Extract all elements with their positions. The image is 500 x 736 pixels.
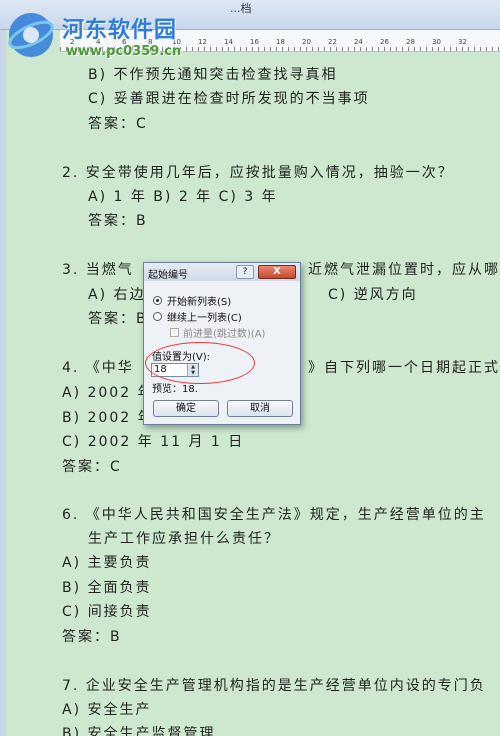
ruler-tick: 24 [354, 38, 363, 46]
doc-line: B) 不作预先通知突击检查找寻真相 [88, 67, 338, 83]
annotation-circle [145, 342, 255, 384]
option-advance-label: 前进量(跳过数)(A) [183, 329, 266, 340]
option-continue-label[interactable]: 继续上一列表(C) [167, 309, 242, 324]
doc-line: A) 安全生产 [62, 702, 152, 718]
doc-line: B) 全面负责 [62, 580, 152, 596]
doc-line: 3. 当燃气 [62, 262, 134, 278]
cancel-button[interactable]: 取消 [227, 400, 293, 417]
radio-continue-list[interactable] [153, 312, 162, 321]
close-button[interactable]: X [258, 265, 296, 279]
doc-line: C) 间接负责 [62, 604, 152, 620]
ruler-tick: 32 [458, 38, 467, 46]
ruler-tick: 18 [276, 38, 285, 46]
ruler-tick: 16 [250, 38, 259, 46]
site-watermark: 河东软件园 www.pc0359.cn [2, 6, 192, 64]
ruler-tick: 30 [432, 38, 441, 46]
doc-line: C) 逆风方向 [328, 287, 418, 303]
dialog-title: 起始编号 [148, 270, 188, 281]
ruler-tick: 20 [302, 38, 311, 46]
doc-line: 生产工作应承担什么责任？ [88, 531, 280, 547]
doc-line: C) 2002 年 11 月 1 日 [62, 434, 245, 450]
ok-button[interactable]: 确定 [153, 400, 219, 417]
doc-line: 答案：C [62, 459, 122, 475]
doc-line: 2. 安全带使用几年后，应按批量购入情况，抽验一次？ [62, 165, 454, 181]
doc-line: 》自下列哪一个日期起正式 [308, 360, 500, 376]
doc-line: 答案：C [88, 116, 148, 132]
ruler-tick: 12 [198, 38, 207, 46]
watermark-title: 河东软件园 [62, 17, 178, 43]
doc-line: A) 1 年 B) 2 年 C) 3 年 [88, 189, 278, 205]
doc-line: 4. 《中华 [62, 360, 134, 376]
ruler-tick: 28 [406, 38, 415, 46]
dialog-titlebar[interactable]: 起始编号 ? X [144, 263, 300, 281]
watermark-logo-icon [8, 13, 54, 57]
help-button[interactable]: ? [236, 265, 254, 279]
doc-line: A) 主要负责 [62, 555, 152, 571]
doc-line: 近燃气泄漏位置时，应从哪 [308, 262, 500, 278]
doc-line: 6. 《中华人民共和国安全生产法》规定，生产经营单位的主 [62, 507, 486, 523]
option-new-list-label[interactable]: 开始新列表(S) [167, 293, 231, 308]
doc-line: B) 2002 年 [62, 410, 154, 426]
radio-new-list[interactable] [153, 296, 162, 305]
doc-line: 答案：B [88, 213, 148, 229]
doc-line: 答案：B [88, 311, 148, 327]
doc-line: 答案：B [62, 629, 122, 645]
doc-line: C) 妥善跟进在检查时所发现的不当事项 [88, 91, 370, 107]
doc-line: B) 安全生产监督管理 [62, 726, 216, 736]
doc-line: 7. 企业安全生产管理机构指的是生产经营单位内设的专门负 [62, 678, 486, 694]
advance-checkbox[interactable] [170, 328, 179, 337]
ruler-tick: 26 [380, 38, 389, 46]
watermark-url: www.pc0359.cn [66, 44, 182, 59]
doc-line: A) 右边 [88, 287, 146, 303]
ruler-tick: 14 [224, 38, 233, 46]
ruler-tick: 22 [328, 38, 337, 46]
doc-line: A) 2002 年 [62, 385, 154, 401]
window-title: ...档 [230, 2, 252, 15]
